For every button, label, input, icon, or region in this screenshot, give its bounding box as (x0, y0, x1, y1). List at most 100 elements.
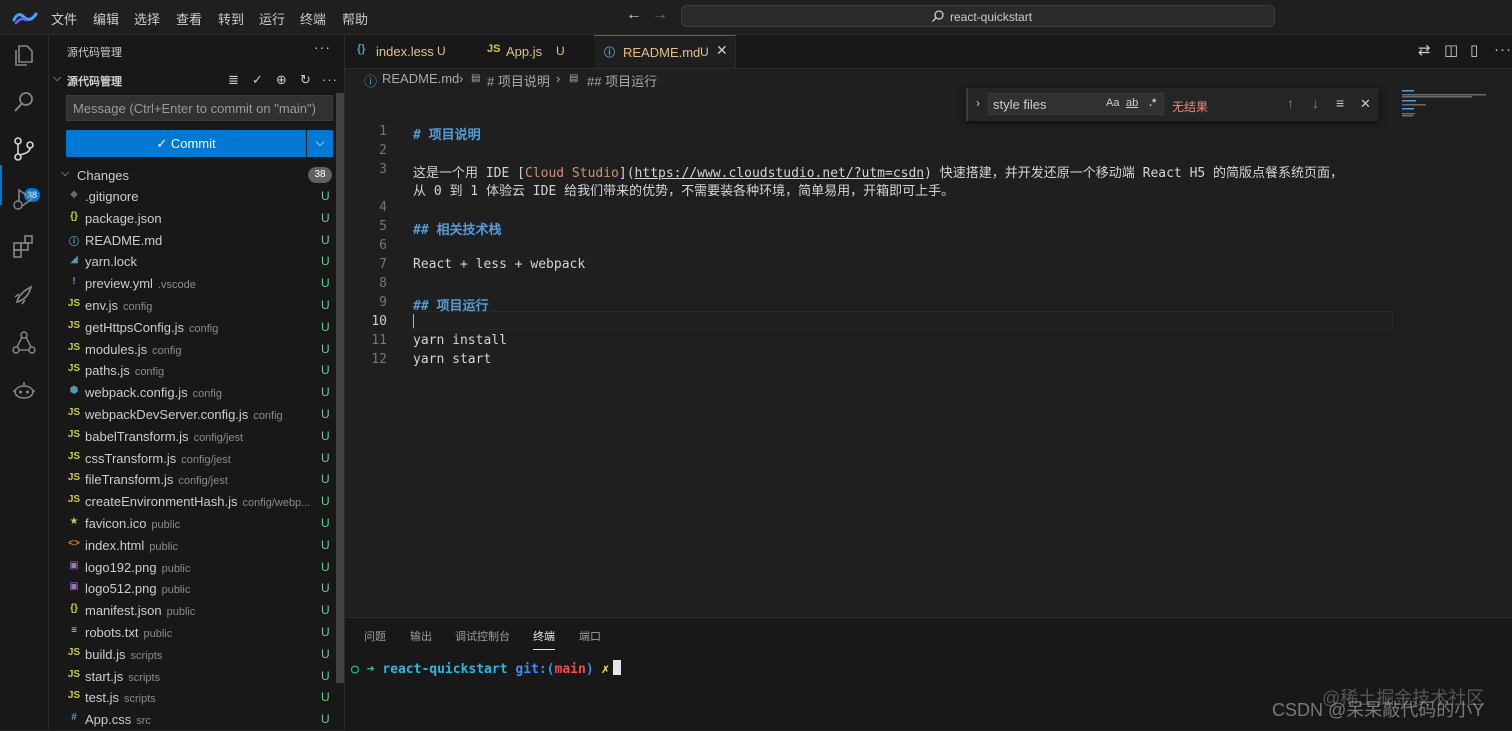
list-item[interactable]: ▣ logo512.png public U (49, 578, 339, 600)
menu-go[interactable]: 转到 (218, 9, 244, 28)
tab-terminal[interactable]: 终端 (533, 628, 555, 650)
list-item[interactable]: JS modules.js config U (49, 339, 339, 361)
breadcrumb-section-1[interactable]: # 项目说明 (487, 71, 550, 90)
tab-problems[interactable]: 问题 (364, 628, 386, 644)
sidebar-scrollbar[interactable] (336, 93, 344, 683)
file-name-text: index.html (85, 537, 145, 553)
chevron-down-icon[interactable]: ⌵ (61, 167, 69, 180)
menu-terminal[interactable]: 终端 (300, 9, 326, 28)
menu-file[interactable]: 文件 (51, 9, 77, 28)
list-item[interactable]: # App.css src U (49, 709, 339, 731)
open-preview-icon[interactable]: ◫ (1444, 41, 1458, 59)
breadcrumb-file[interactable]: README.md (382, 71, 459, 86)
use-regex-icon[interactable]: .* (1149, 97, 1156, 109)
list-item[interactable]: JS paths.js config U (49, 360, 339, 382)
match-whole-word-icon[interactable]: ab (1126, 97, 1138, 109)
list-item[interactable]: ⬢ webpack.config.js config U (49, 382, 339, 404)
run-debug-icon[interactable] (10, 185, 38, 213)
terminal-prompt-line[interactable]: ○ ➜ react-quickstart git:(main) ✗ (351, 660, 622, 677)
tab-debug-console[interactable]: 调试控制台 (455, 628, 510, 644)
commit-check-icon[interactable]: ✓ (252, 72, 263, 88)
list-item[interactable]: JS getHttpsConfig.js config U (49, 317, 339, 339)
chevron-down-icon[interactable]: ⌵ (53, 72, 61, 85)
next-match-icon[interactable]: ↓ (1312, 95, 1319, 111)
command-center-label: react-quickstart (950, 10, 1033, 24)
find-field[interactable]: Aa ab .* (988, 93, 1164, 115)
command-center[interactable]: react-quickstart (681, 5, 1275, 27)
breadcrumb-section-2[interactable]: ## 项目运行 (587, 71, 657, 90)
file-name-text: getHttpsConfig.js (85, 319, 184, 335)
list-item[interactable]: ⓘ README.md U (49, 230, 339, 252)
tab-index-less[interactable]: {} index.less U (345, 35, 472, 68)
editor-more-icon[interactable]: ··· (1494, 41, 1512, 58)
close-icon[interactable]: ✕ (716, 42, 728, 59)
list-item[interactable]: {} package.json U (49, 208, 339, 230)
menu-run[interactable]: 运行 (259, 9, 285, 28)
file-status: U (321, 581, 330, 596)
list-item[interactable]: JS start.js scripts U (49, 666, 339, 688)
code-editor[interactable]: 1 2 3 4 5 6 7 8 9 10 11 12 # 项目说明 这是一个用 … (345, 91, 1512, 616)
back-arrow-icon[interactable]: ← (626, 6, 642, 24)
list-item[interactable]: JS babelTransform.js config/jest U (49, 426, 339, 448)
list-item[interactable]: JS build.js scripts U (49, 644, 339, 666)
search-view-icon[interactable] (10, 88, 38, 116)
file-name-text: start.js (85, 668, 124, 684)
robot-icon[interactable] (10, 377, 38, 405)
repository-header[interactable]: ⌵ 源代码管理 ≣ ✓ ⊕ ↻ ··· (49, 71, 344, 91)
changes-group-header[interactable]: ⌵ Changes 38 (49, 165, 344, 185)
close-icon[interactable]: ✕ (1360, 96, 1371, 112)
list-item[interactable]: ◢ yarn.lock U (49, 251, 339, 273)
menu-help[interactable]: 帮助 (342, 9, 368, 28)
match-case-icon[interactable]: Aa (1106, 97, 1119, 109)
previous-match-icon[interactable]: ↑ (1287, 95, 1294, 111)
tab-app-js[interactable]: JS App.js U (471, 35, 595, 68)
list-item[interactable]: {} manifest.json public U (49, 600, 339, 622)
list-item[interactable]: JS test.js scripts U (49, 687, 339, 709)
list-item[interactable]: JS cssTransform.js config/jest U (49, 448, 339, 470)
globe-icon[interactable]: ⊕ (276, 72, 287, 88)
forward-arrow-icon[interactable]: → (652, 6, 668, 24)
list-item[interactable]: ▣ logo192.png public U (49, 557, 339, 579)
menu-edit[interactable]: 编辑 (93, 9, 119, 28)
network-icon[interactable] (10, 329, 38, 357)
commit-message-input[interactable] (66, 95, 333, 121)
open-changes-icon[interactable]: ⇄ (1418, 41, 1431, 59)
code-url[interactable]: https://www.cloudstudio.net/?utm=csdn (635, 166, 925, 181)
commit-button[interactable]: ✓ Commit (66, 130, 306, 157)
source-control-icon[interactable] (10, 135, 38, 163)
extensions-icon[interactable] (10, 233, 38, 261)
changes-count-badge: 38 (308, 167, 332, 183)
list-item[interactable]: ◆ .gitignore U (49, 186, 339, 208)
minimap[interactable] (1400, 88, 1490, 128)
file-type-icon: ⬢ (69, 385, 79, 397)
list-item[interactable]: ≡ robots.txt public U (49, 622, 339, 644)
file-type-icon: {} (70, 603, 78, 615)
more-actions-icon[interactable]: ··· (314, 39, 331, 55)
list-item[interactable]: <> index.html public U (49, 535, 339, 557)
file-name-text: README.md (85, 232, 163, 248)
file-type-icon: JS (67, 319, 81, 331)
tab-ports[interactable]: 端口 (579, 628, 601, 644)
changed-files-list: ◆ .gitignore U {} package.json U ⓘ README.md U ◢ y… (49, 186, 339, 731)
file-type-icon: ⓘ (69, 236, 79, 248)
tab-readme-md[interactable]: ⓘ README.md U ✕ (594, 35, 736, 68)
repo-more-icon[interactable]: ··· (322, 72, 338, 87)
menu-view[interactable]: 查看 (176, 9, 202, 28)
menu-selection[interactable]: 选择 (134, 9, 160, 28)
commit-dropdown-button[interactable]: ⌵ (307, 130, 333, 157)
find-input[interactable] (993, 96, 1093, 112)
list-item[interactable]: JS createEnvironmentHash.js config/webp...… (49, 491, 339, 513)
list-item[interactable]: ★ favicon.ico public U (49, 513, 339, 535)
list-item[interactable]: JS env.js config U (49, 295, 339, 317)
explorer-icon[interactable] (10, 41, 38, 69)
refresh-icon[interactable]: ↻ (300, 72, 311, 88)
rocket-icon[interactable] (10, 281, 38, 309)
list-item[interactable]: ! preview.yml .vscode U (49, 273, 339, 295)
list-item[interactable]: JS webpackDevServer.config.js config U (49, 404, 339, 426)
find-in-selection-icon[interactable]: ≡ (1336, 95, 1344, 111)
split-editor-icon[interactable]: ▯ (1470, 41, 1478, 59)
chevron-right-icon[interactable]: › (976, 96, 980, 110)
view-as-list-icon[interactable]: ≣ (228, 72, 239, 88)
tab-output[interactable]: 输出 (410, 628, 432, 644)
list-item[interactable]: JS fileTransform.js config/jest U (49, 469, 339, 491)
